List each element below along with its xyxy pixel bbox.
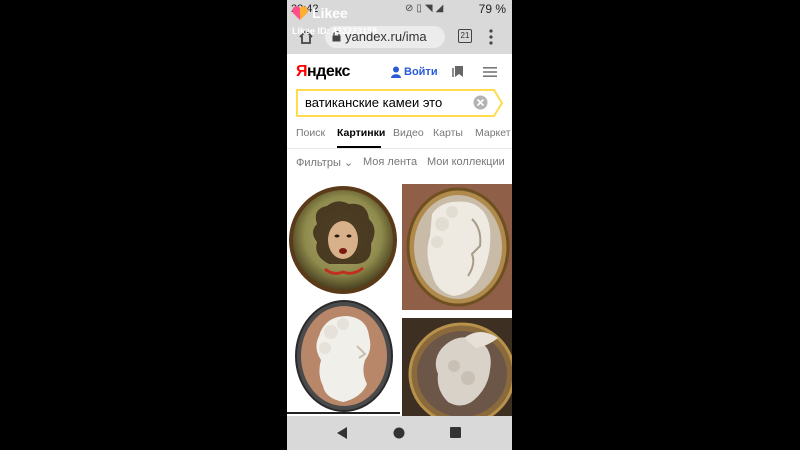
search-box[interactable]: ватиканские камеи это xyxy=(296,89,504,117)
yandex-header: Яндекс Войти xyxy=(287,54,512,88)
login-label: Войти xyxy=(404,66,438,78)
vibrate-icon: ▯ xyxy=(416,3,425,14)
yandex-logo[interactable]: Яндекс xyxy=(296,63,350,81)
filters-button[interactable]: Фильтры ⌄ xyxy=(296,156,353,169)
image-result[interactable] xyxy=(402,184,512,310)
scroll-divider xyxy=(287,412,400,414)
my-collections-link[interactable]: Мои коллекции xyxy=(427,156,505,168)
back-icon[interactable] xyxy=(336,426,348,440)
filters-label: Фильтры xyxy=(296,157,341,169)
tab-search[interactable]: Поиск xyxy=(296,127,325,139)
likee-app-name: Likee xyxy=(312,5,348,21)
filters-row: Фильтры ⌄ Моя лента Мои коллекции xyxy=(287,156,512,172)
image-result[interactable] xyxy=(402,318,512,416)
clear-search-icon[interactable] xyxy=(473,95,488,110)
silent-icon: ⊘ xyxy=(405,3,417,14)
tabs-switcher-button[interactable]: 21 xyxy=(458,29,472,43)
image-result[interactable] xyxy=(287,184,400,294)
cameo-brooch-image xyxy=(402,184,512,310)
home-button-icon[interactable] xyxy=(393,427,405,439)
likee-logo-icon xyxy=(292,6,308,20)
search-input[interactable]: ватиканские камеи это xyxy=(305,95,442,110)
medusa-cameo-image xyxy=(289,186,397,294)
cameo-figure-image xyxy=(402,318,512,416)
system-nav-bar xyxy=(287,416,512,450)
phone-screen: 22:42 ⊘▯◥◢ 79 % yandex.ru/ima 21 Яндекс xyxy=(287,0,512,450)
user-icon xyxy=(391,66,401,78)
signal-icon: ◢ xyxy=(435,3,447,14)
tab-video[interactable]: Видео xyxy=(393,127,424,139)
image-result[interactable] xyxy=(287,298,400,414)
wifi-icon: ◥ xyxy=(424,3,436,14)
menu-icon[interactable] xyxy=(483,67,497,77)
recents-icon[interactable] xyxy=(450,427,461,438)
tab-market[interactable]: Маркет xyxy=(475,127,511,139)
active-tab-indicator xyxy=(337,146,381,148)
login-button[interactable]: Войти xyxy=(391,65,438,79)
service-tabs: Поиск Картинки Видео Карты Маркет xyxy=(287,124,512,149)
collections-icon[interactable] xyxy=(452,65,464,78)
battery-percent: 79 % xyxy=(478,2,506,16)
cameo-oval-image xyxy=(287,298,400,414)
tab-maps[interactable]: Карты xyxy=(433,127,463,139)
tab-images[interactable]: Картинки xyxy=(337,127,385,139)
status-icons: ⊘▯◥◢ xyxy=(405,3,446,14)
more-options-icon[interactable] xyxy=(489,29,493,45)
likee-user-id: Likee ID: 433223158 xyxy=(292,26,378,36)
chevron-down-icon: ⌄ xyxy=(343,157,354,169)
my-feed-link[interactable]: Моя лента xyxy=(363,156,417,168)
